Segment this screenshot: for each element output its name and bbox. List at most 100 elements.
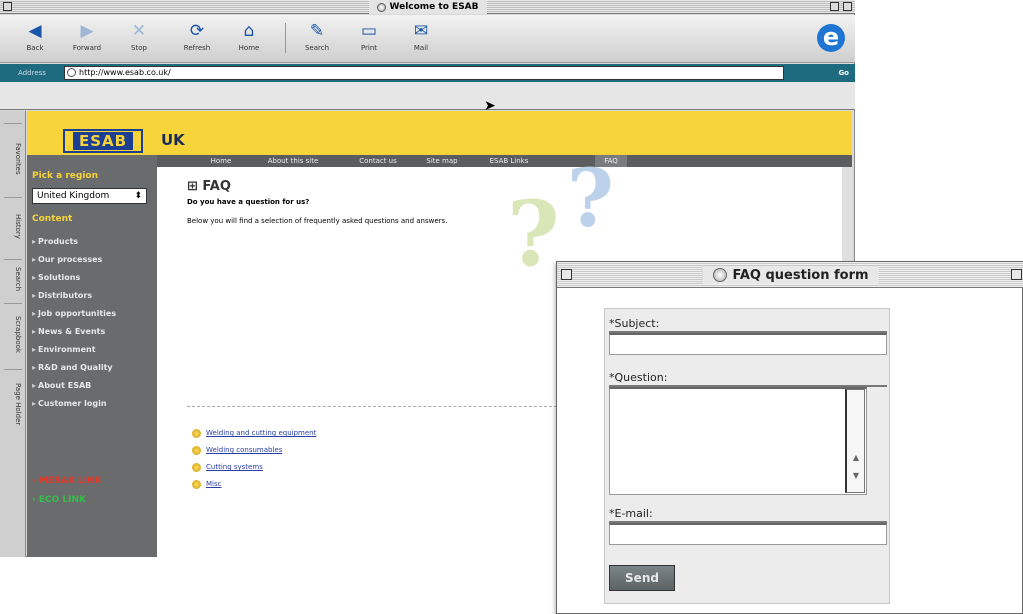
search-button[interactable]: ✎ Search bbox=[294, 19, 340, 59]
address-bar: Address http://www.esab.co.uk/ Go bbox=[0, 64, 855, 82]
eco-link[interactable]: › ECO LINK bbox=[32, 495, 86, 505]
search-label: Search bbox=[304, 44, 330, 52]
form-title-text: FAQ question form bbox=[732, 267, 869, 283]
mail-button[interactable]: ✉ Mail bbox=[398, 19, 444, 59]
print-label: Print bbox=[360, 44, 378, 52]
region-select[interactable]: United Kingdom ⬍ bbox=[32, 188, 147, 204]
search-icon: ✎ bbox=[309, 21, 325, 41]
divider bbox=[187, 406, 557, 407]
content-header: Content bbox=[32, 214, 73, 224]
bullet-icon bbox=[192, 428, 201, 438]
faq-link-misc[interactable]: Misc bbox=[206, 480, 221, 488]
zoom-box[interactable] bbox=[830, 2, 839, 11]
faq-link-list: Welding and cutting equipment Welding co… bbox=[192, 425, 316, 493]
menu-item-rnd[interactable]: R&D and Quality bbox=[32, 359, 116, 377]
side-tab-scrapbook[interactable]: Scrapbook bbox=[4, 303, 22, 365]
menu-item-processes[interactable]: Our processes bbox=[32, 251, 116, 269]
mail-label: Mail bbox=[413, 44, 429, 52]
menu-item-news[interactable]: News & Events bbox=[32, 323, 116, 341]
side-tab-history[interactable]: History bbox=[4, 197, 22, 255]
subject-label: *Subject: bbox=[609, 317, 660, 330]
question-label: *Question: bbox=[609, 371, 668, 384]
toolbar-divider bbox=[285, 23, 286, 53]
back-button[interactable]: ◀ Back bbox=[12, 19, 58, 59]
list-item: Misc bbox=[192, 476, 316, 493]
faq-subtitle: Do you have a question for us? bbox=[187, 198, 310, 206]
list-item: Cutting systems bbox=[192, 459, 316, 476]
page-title: ⊞ FAQ bbox=[187, 179, 231, 194]
content-menu: Products Our processes Solutions Distrib… bbox=[32, 233, 116, 413]
pick-region-label: Pick a region bbox=[32, 171, 99, 181]
go-button[interactable]: Go bbox=[794, 67, 849, 79]
nav-contact[interactable]: Contact us bbox=[345, 155, 411, 167]
print-button[interactable]: ▭ Print bbox=[346, 19, 392, 59]
zoom-box[interactable] bbox=[1011, 269, 1022, 280]
refresh-label: Refresh bbox=[183, 44, 211, 52]
faq-main: ⊞ FAQ Do you have a question for us? Bel… bbox=[187, 179, 517, 226]
question-textarea[interactable] bbox=[609, 387, 867, 495]
close-box[interactable] bbox=[3, 2, 12, 11]
page-icon bbox=[376, 2, 386, 12]
home-label: Home bbox=[238, 44, 260, 52]
back-arrow-icon: ◀ bbox=[28, 21, 42, 41]
faq-form-window: FAQ question form *Subject: *Question: ▲… bbox=[556, 261, 1023, 614]
list-item: Welding consumables bbox=[192, 442, 316, 459]
address-input[interactable]: http://www.esab.co.uk/ bbox=[64, 66, 784, 80]
close-box[interactable] bbox=[561, 269, 572, 280]
side-tab-favorites[interactable]: Favorites bbox=[4, 123, 22, 193]
updown-arrow-icon: ⬍ bbox=[134, 191, 142, 201]
favorites-bar bbox=[0, 82, 855, 110]
home-button[interactable]: ⌂ Home bbox=[226, 19, 272, 59]
side-tab-page-holder[interactable]: Page Holder bbox=[4, 369, 22, 439]
forward-button[interactable]: ▶ Forward bbox=[64, 19, 110, 59]
send-button[interactable]: Send bbox=[609, 565, 675, 591]
stop-label: Stop bbox=[131, 44, 147, 52]
email-field[interactable] bbox=[609, 523, 887, 545]
nav-about[interactable]: About this site bbox=[249, 155, 337, 167]
form-titlebar[interactable]: FAQ question form bbox=[557, 262, 1023, 288]
menu-item-products[interactable]: Products bbox=[32, 233, 116, 251]
faq-link-consumables[interactable]: Welding consumables bbox=[206, 446, 282, 454]
menu-item-environment[interactable]: Environment bbox=[32, 341, 116, 359]
bullet-icon bbox=[192, 479, 201, 489]
top-nav: Home About this site Contact us Site map… bbox=[157, 155, 852, 167]
menu-item-jobs[interactable]: Job opportunities bbox=[32, 305, 116, 323]
list-item: Welding and cutting equipment bbox=[192, 425, 316, 442]
menu-item-solutions[interactable]: Solutions bbox=[32, 269, 116, 287]
menu-item-login[interactable]: Customer login bbox=[32, 395, 116, 413]
email-label: *E-mail: bbox=[609, 507, 653, 520]
menu-item-about[interactable]: About ESAB bbox=[32, 377, 116, 395]
merax-link[interactable]: › MERAX LINK bbox=[32, 476, 102, 486]
faq-intro: Below you will find a selection of frequ… bbox=[187, 217, 448, 225]
scroll-down-icon[interactable]: ▼ bbox=[850, 470, 862, 482]
subject-field[interactable] bbox=[609, 333, 887, 355]
page-icon bbox=[712, 268, 727, 282]
page-icon bbox=[67, 68, 76, 77]
collapse-box[interactable] bbox=[843, 2, 852, 11]
nav-esab-links[interactable]: ESAB Links bbox=[477, 155, 541, 167]
side-tab-search[interactable]: Search bbox=[4, 259, 22, 299]
address-label: Address bbox=[18, 69, 46, 77]
bullet-icon bbox=[192, 462, 201, 472]
faq-link-welding-equipment[interactable]: Welding and cutting equipment bbox=[206, 429, 316, 437]
faq-link-cutting[interactable]: Cutting systems bbox=[206, 463, 263, 471]
address-value: http://www.esab.co.uk/ bbox=[79, 68, 171, 77]
menu-item-distributors[interactable]: Distributors bbox=[32, 287, 116, 305]
logo-text: ESAB bbox=[72, 132, 134, 150]
window-title-text: Welcome to ESAB bbox=[389, 2, 479, 12]
browser-titlebar[interactable]: Welcome to ESAB bbox=[0, 0, 855, 14]
question-form: *Subject: *Question: ▲ ▼ *E-mail: Send bbox=[604, 308, 890, 604]
nav-home[interactable]: Home bbox=[197, 155, 245, 167]
forward-arrow-icon: ▶ bbox=[80, 21, 94, 41]
window-title: Welcome to ESAB bbox=[368, 0, 487, 14]
back-label: Back bbox=[26, 44, 44, 52]
left-panel: Pick a region United Kingdom ⬍ Content P… bbox=[27, 155, 157, 557]
textarea-scrollbar[interactable]: ▲ ▼ bbox=[845, 389, 865, 493]
toolbar: ◀ Back ▶ Forward ✕ Stop ⟳ Refresh ⌂ Home… bbox=[0, 15, 855, 63]
bullet-icon bbox=[192, 445, 201, 455]
scroll-up-icon[interactable]: ▲ bbox=[850, 452, 862, 464]
stop-button[interactable]: ✕ Stop bbox=[116, 19, 162, 59]
nav-sitemap[interactable]: Site map bbox=[417, 155, 467, 167]
refresh-button[interactable]: ⟳ Refresh bbox=[174, 19, 220, 59]
esab-logo[interactable]: ESAB bbox=[63, 129, 143, 153]
